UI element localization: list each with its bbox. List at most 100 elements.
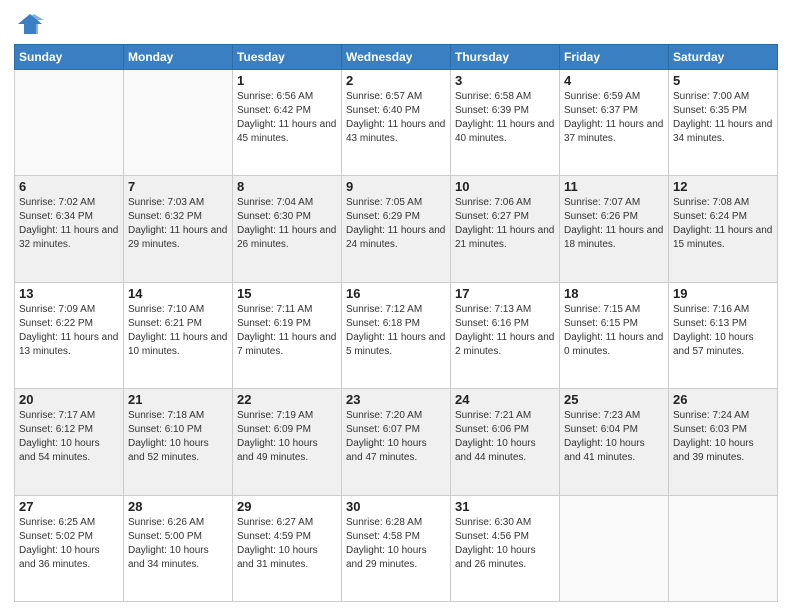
day-number: 12	[673, 179, 773, 194]
week-row-2: 6 Sunrise: 7:02 AM Sunset: 6:34 PM Daylig…	[15, 176, 778, 282]
day-info: Sunrise: 7:13 AM Sunset: 6:16 PM Dayligh…	[455, 303, 555, 359]
day-cell: 6 Sunrise: 7:02 AM Sunset: 6:34 PM Daylig…	[15, 176, 124, 282]
day-info: Sunrise: 7:07 AM Sunset: 6:26 PM Dayligh…	[564, 196, 664, 252]
day-number: 9	[346, 179, 446, 194]
weekday-header-wednesday: Wednesday	[342, 45, 451, 70]
weekday-header-monday: Monday	[124, 45, 233, 70]
day-number: 29	[237, 499, 337, 514]
day-cell: 3 Sunrise: 6:58 AM Sunset: 6:39 PM Daylig…	[451, 70, 560, 176]
day-cell: 17Sunrise: 7:13 AM Sunset: 6:16 PM Dayli…	[451, 282, 560, 388]
day-cell: 7 Sunrise: 7:03 AM Sunset: 6:32 PM Daylig…	[124, 176, 233, 282]
day-info: Sunrise: 7:02 AM Sunset: 6:34 PM Dayligh…	[19, 196, 119, 252]
day-info: Sunrise: 7:18 AM Sunset: 6:10 PM Dayligh…	[128, 409, 228, 465]
day-info: Sunrise: 7:24 AM Sunset: 6:03 PM Dayligh…	[673, 409, 773, 465]
logo-icon	[16, 10, 44, 38]
day-info: Sunrise: 7:16 AM Sunset: 6:13 PM Dayligh…	[673, 303, 773, 359]
day-cell: 21 Sunrise: 7:18 AM Sunset: 6:10 PM Dayli…	[124, 389, 233, 495]
day-cell: 16 Sunrise: 7:12 AM Sunset: 6:18 PM Dayli…	[342, 282, 451, 388]
day-number: 31	[455, 499, 555, 514]
day-info: Sunrise: 6:57 AM Sunset: 6:40 PM Dayligh…	[346, 90, 446, 146]
day-cell: 30 Sunrise: 6:28 AM Sunset: 4:58 PM Dayli…	[342, 495, 451, 601]
day-info: Sunrise: 7:12 AM Sunset: 6:18 PM Dayligh…	[346, 303, 446, 359]
day-info: Sunrise: 6:30 AM Sunset: 4:56 PM Dayligh…	[455, 516, 555, 572]
day-cell	[669, 495, 778, 601]
day-number: 26	[673, 392, 773, 407]
day-number: 3	[455, 73, 555, 88]
day-number: 22	[237, 392, 337, 407]
day-info: Sunrise: 6:26 AM Sunset: 5:00 PM Dayligh…	[128, 516, 228, 572]
day-cell: 23 Sunrise: 7:20 AM Sunset: 6:07 PM Dayli…	[342, 389, 451, 495]
day-number: 1	[237, 73, 337, 88]
header	[14, 10, 778, 38]
day-cell: 8Sunrise: 7:04 AM Sunset: 6:30 PM Daylig…	[233, 176, 342, 282]
day-info: Sunrise: 6:28 AM Sunset: 4:58 PM Dayligh…	[346, 516, 446, 572]
day-number: 23	[346, 392, 446, 407]
day-info: Sunrise: 7:09 AM Sunset: 6:22 PM Dayligh…	[19, 303, 119, 359]
day-info: Sunrise: 7:10 AM Sunset: 6:21 PM Dayligh…	[128, 303, 228, 359]
day-cell: 12Sunrise: 7:08 AM Sunset: 6:24 PM Dayli…	[669, 176, 778, 282]
day-number: 19	[673, 286, 773, 301]
day-cell: 14Sunrise: 7:10 AM Sunset: 6:21 PM Dayli…	[124, 282, 233, 388]
day-cell: 25 Sunrise: 7:23 AM Sunset: 6:04 PM Dayli…	[560, 389, 669, 495]
day-info: Sunrise: 7:00 AM Sunset: 6:35 PM Dayligh…	[673, 90, 773, 146]
day-cell: 13Sunrise: 7:09 AM Sunset: 6:22 PM Dayli…	[15, 282, 124, 388]
day-number: 16	[346, 286, 446, 301]
day-info: Sunrise: 6:59 AM Sunset: 6:37 PM Dayligh…	[564, 90, 664, 146]
day-info: Sunrise: 7:11 AM Sunset: 6:19 PM Dayligh…	[237, 303, 337, 359]
day-number: 30	[346, 499, 446, 514]
day-cell: 11 Sunrise: 7:07 AM Sunset: 6:26 PM Dayli…	[560, 176, 669, 282]
week-row-1: 1 Sunrise: 6:56 AM Sunset: 6:42 PM Daylig…	[15, 70, 778, 176]
day-cell: 2 Sunrise: 6:57 AM Sunset: 6:40 PM Daylig…	[342, 70, 451, 176]
day-cell: 4 Sunrise: 6:59 AM Sunset: 6:37 PM Daylig…	[560, 70, 669, 176]
day-info: Sunrise: 7:06 AM Sunset: 6:27 PM Dayligh…	[455, 196, 555, 252]
day-number: 6	[19, 179, 119, 194]
weekday-header-row: SundayMondayTuesdayWednesdayThursdayFrid…	[15, 45, 778, 70]
day-number: 27	[19, 499, 119, 514]
day-info: Sunrise: 7:23 AM Sunset: 6:04 PM Dayligh…	[564, 409, 664, 465]
day-cell: 22Sunrise: 7:19 AM Sunset: 6:09 PM Dayli…	[233, 389, 342, 495]
day-info: Sunrise: 6:56 AM Sunset: 6:42 PM Dayligh…	[237, 90, 337, 146]
day-info: Sunrise: 7:17 AM Sunset: 6:12 PM Dayligh…	[19, 409, 119, 465]
weekday-header-sunday: Sunday	[15, 45, 124, 70]
day-cell: 28 Sunrise: 6:26 AM Sunset: 5:00 PM Dayli…	[124, 495, 233, 601]
weekday-header-tuesday: Tuesday	[233, 45, 342, 70]
day-cell: 18 Sunrise: 7:15 AM Sunset: 6:15 PM Dayli…	[560, 282, 669, 388]
day-cell	[560, 495, 669, 601]
day-cell: 20 Sunrise: 7:17 AM Sunset: 6:12 PM Dayli…	[15, 389, 124, 495]
day-number: 24	[455, 392, 555, 407]
weekday-header-saturday: Saturday	[669, 45, 778, 70]
day-cell	[15, 70, 124, 176]
day-number: 2	[346, 73, 446, 88]
logo	[14, 10, 44, 38]
day-cell: 5Sunrise: 7:00 AM Sunset: 6:35 PM Daylig…	[669, 70, 778, 176]
week-row-3: 13Sunrise: 7:09 AM Sunset: 6:22 PM Dayli…	[15, 282, 778, 388]
day-cell: 27 Sunrise: 6:25 AM Sunset: 5:02 PM Dayli…	[15, 495, 124, 601]
day-number: 20	[19, 392, 119, 407]
day-info: Sunrise: 6:27 AM Sunset: 4:59 PM Dayligh…	[237, 516, 337, 572]
day-number: 7	[128, 179, 228, 194]
day-cell: 15 Sunrise: 7:11 AM Sunset: 6:19 PM Dayli…	[233, 282, 342, 388]
day-number: 11	[564, 179, 664, 194]
day-number: 18	[564, 286, 664, 301]
day-cell: 9Sunrise: 7:05 AM Sunset: 6:29 PM Daylig…	[342, 176, 451, 282]
day-info: Sunrise: 7:15 AM Sunset: 6:15 PM Dayligh…	[564, 303, 664, 359]
day-number: 21	[128, 392, 228, 407]
day-cell: 1 Sunrise: 6:56 AM Sunset: 6:42 PM Daylig…	[233, 70, 342, 176]
day-number: 4	[564, 73, 664, 88]
week-row-4: 20 Sunrise: 7:17 AM Sunset: 6:12 PM Dayli…	[15, 389, 778, 495]
day-number: 25	[564, 392, 664, 407]
day-cell: 26 Sunrise: 7:24 AM Sunset: 6:03 PM Dayli…	[669, 389, 778, 495]
day-cell: 24Sunrise: 7:21 AM Sunset: 6:06 PM Dayli…	[451, 389, 560, 495]
day-info: Sunrise: 6:25 AM Sunset: 5:02 PM Dayligh…	[19, 516, 119, 572]
day-cell: 31 Sunrise: 6:30 AM Sunset: 4:56 PM Dayli…	[451, 495, 560, 601]
day-cell	[124, 70, 233, 176]
day-info: Sunrise: 6:58 AM Sunset: 6:39 PM Dayligh…	[455, 90, 555, 146]
weekday-header-friday: Friday	[560, 45, 669, 70]
week-row-5: 27 Sunrise: 6:25 AM Sunset: 5:02 PM Dayli…	[15, 495, 778, 601]
day-info: Sunrise: 7:20 AM Sunset: 6:07 PM Dayligh…	[346, 409, 446, 465]
day-info: Sunrise: 7:03 AM Sunset: 6:32 PM Dayligh…	[128, 196, 228, 252]
day-cell: 19 Sunrise: 7:16 AM Sunset: 6:13 PM Dayli…	[669, 282, 778, 388]
weekday-header-thursday: Thursday	[451, 45, 560, 70]
day-number: 28	[128, 499, 228, 514]
day-number: 15	[237, 286, 337, 301]
